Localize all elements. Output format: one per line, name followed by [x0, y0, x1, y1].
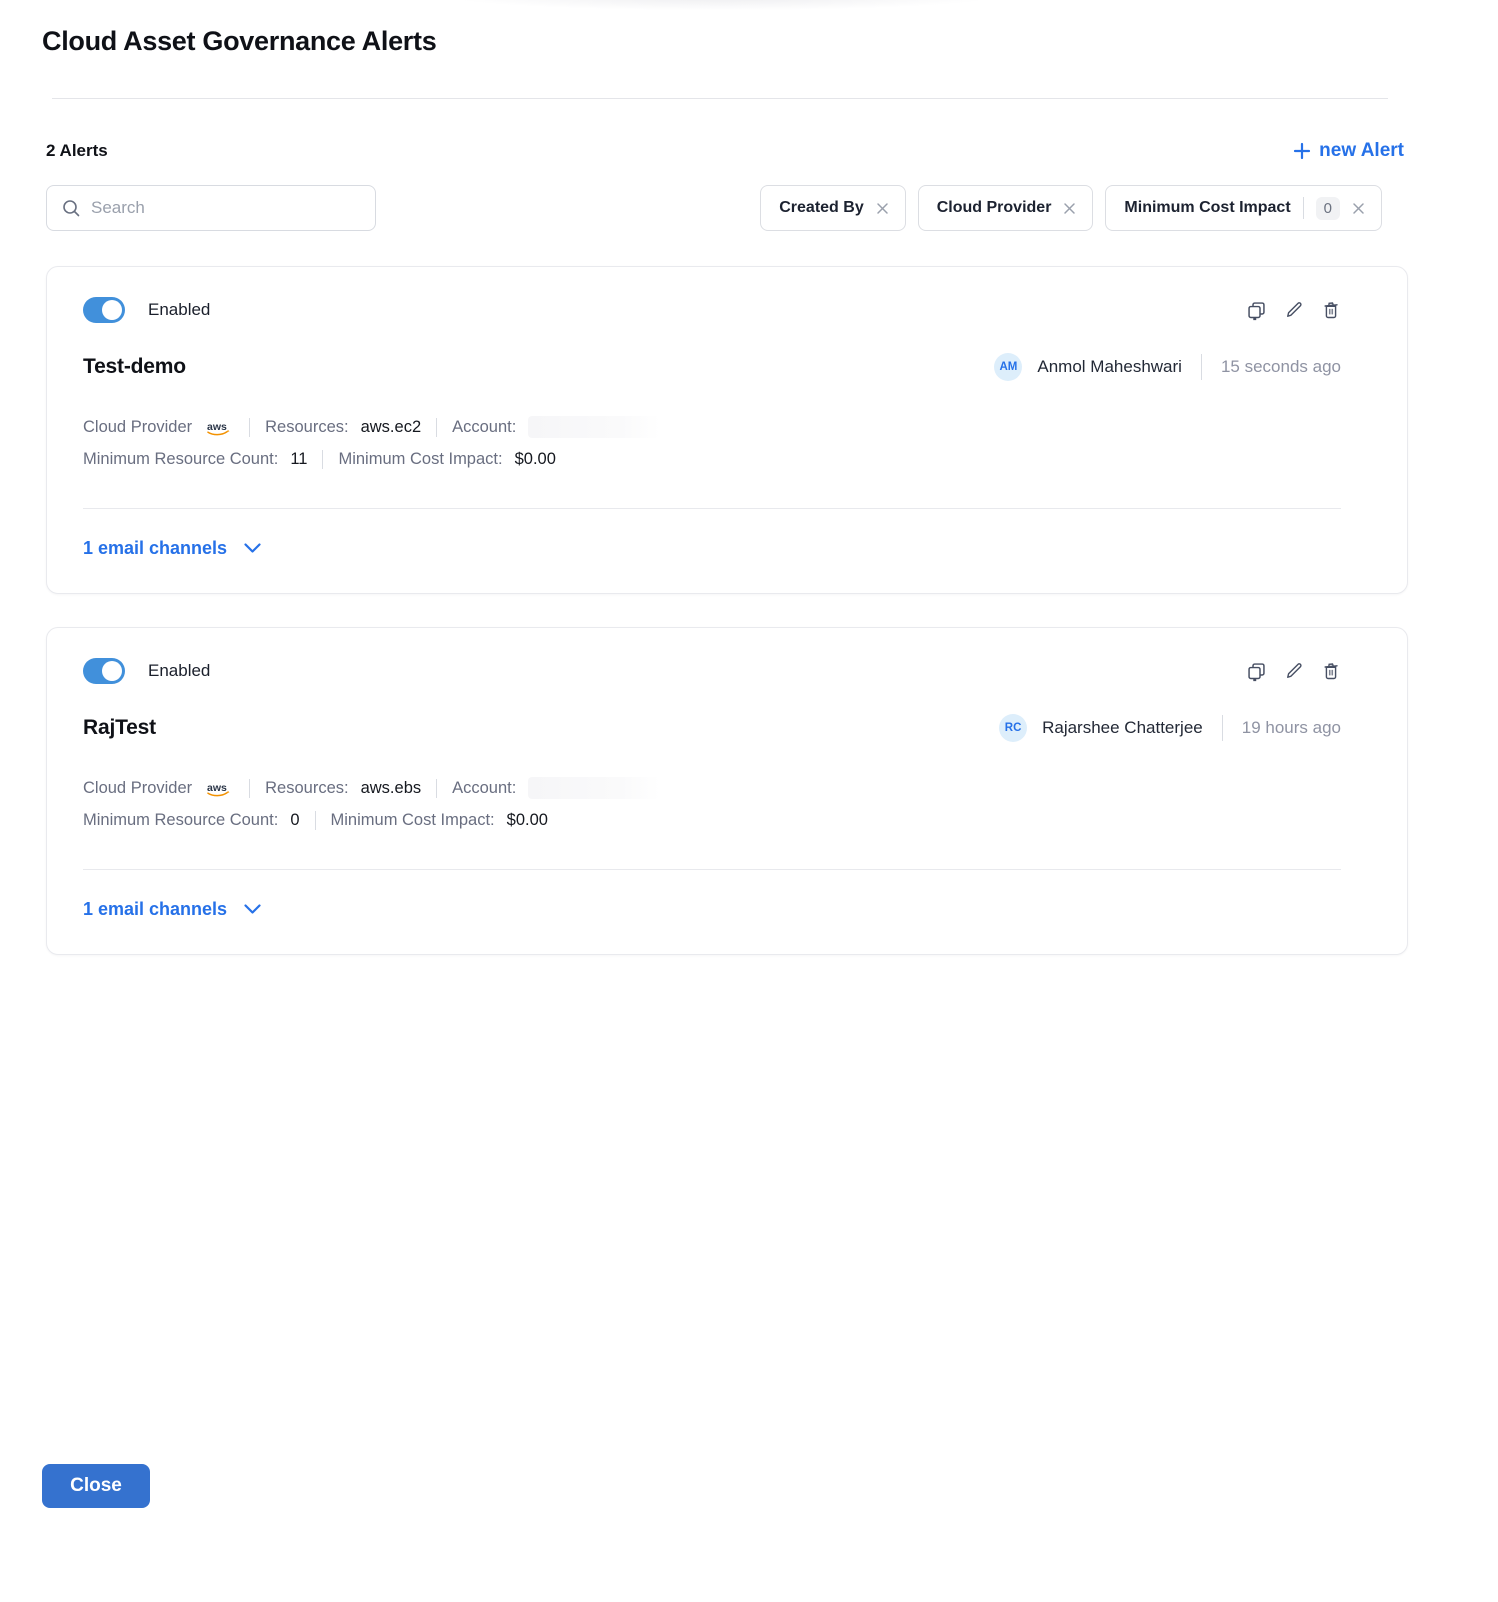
duplicate-alert-icon [1246, 300, 1267, 321]
page-title: Cloud Asset Governance Alerts [42, 26, 1498, 57]
alert-enabled-control: Enabled [83, 658, 210, 684]
toggle-knob [102, 300, 122, 320]
aws-logo: aws [204, 780, 234, 799]
svg-text:aws: aws [207, 421, 227, 433]
title-divider [52, 98, 1388, 99]
remove-filter-icon[interactable] [1352, 202, 1365, 215]
alert-actions [1246, 661, 1341, 682]
enabled-toggle[interactable] [83, 658, 125, 684]
search-input[interactable] [91, 198, 361, 218]
edit-alert-icon [1284, 661, 1304, 681]
chip-separator [1303, 197, 1304, 219]
min-resource-count-value: 0 [290, 811, 299, 830]
edit-alert-icon [1284, 300, 1304, 320]
separator [249, 418, 250, 437]
edit-alert-button[interactable] [1284, 300, 1304, 320]
svg-text:aws: aws [207, 782, 227, 794]
delete-alert-button[interactable] [1321, 661, 1341, 681]
min-cost-impact-value: $0.00 [507, 811, 548, 830]
account-value-redacted [528, 777, 660, 799]
filter-chip-label: Created By [779, 199, 863, 217]
cloud-provider-label: Cloud Provider [83, 779, 192, 798]
edit-alert-button[interactable] [1284, 661, 1304, 681]
email-channels-label: 1 email channels [83, 899, 227, 920]
cloud-provider-label: Cloud Provider [83, 418, 192, 437]
alert-owner: RC Rajarshee Chatterjee 19 hours ago [999, 714, 1341, 742]
search-icon [61, 198, 81, 218]
remove-filter-icon[interactable] [1063, 202, 1076, 215]
min-resource-count-label: Minimum Resource Count: [83, 450, 278, 469]
alert-card-list: Enabled Test-demo AM [46, 266, 1498, 955]
account-label: Account: [452, 779, 516, 798]
min-cost-impact-label: Minimum Cost Impact: [331, 811, 495, 830]
email-channels-expander[interactable]: 1 email channels [83, 899, 261, 920]
search-box[interactable] [46, 185, 376, 231]
duplicate-alert-icon [1246, 661, 1267, 682]
updated-timestamp: 19 hours ago [1242, 718, 1341, 738]
alert-card: Enabled RajTest RC [46, 627, 1408, 955]
filter-chip-cloud-provider[interactable]: Cloud Provider [918, 185, 1094, 231]
owner-name: Rajarshee Chatterjee [1042, 718, 1203, 738]
separator [322, 450, 323, 469]
alert-details: Cloud Provider aws Resources: aws.ec2 Ac… [83, 411, 1341, 475]
filter-chip-minimum-cost-impact[interactable]: Minimum Cost Impact 0 [1105, 185, 1382, 231]
alert-actions [1246, 300, 1341, 321]
chevron-down-icon [244, 543, 261, 554]
alert-card: Enabled Test-demo AM [46, 266, 1408, 594]
resources-label: Resources: [265, 779, 348, 798]
card-divider [83, 869, 1341, 870]
duplicate-alert-button[interactable] [1246, 300, 1267, 321]
filter-chip-value: 0 [1316, 197, 1340, 220]
owner-name: Anmol Maheshwari [1037, 357, 1182, 377]
filter-chip-label: Minimum Cost Impact [1124, 199, 1290, 217]
account-label: Account: [452, 418, 516, 437]
resources-value: aws.ec2 [361, 418, 422, 437]
avatar: AM [994, 353, 1022, 381]
toolbar: 2 Alerts new Alert Created By Cloud Prov… [46, 140, 1382, 231]
min-resource-count-label: Minimum Resource Count: [83, 811, 278, 830]
separator [315, 811, 316, 830]
email-channels-label: 1 email channels [83, 538, 227, 559]
separator [1201, 354, 1202, 380]
separator [436, 779, 437, 798]
alert-name: RajTest [83, 716, 156, 740]
alert-enabled-control: Enabled [83, 297, 210, 323]
enabled-label: Enabled [148, 661, 210, 681]
separator [436, 418, 437, 437]
filter-chip-created-by[interactable]: Created By [760, 185, 905, 231]
separator [249, 779, 250, 798]
alert-details: Cloud Provider aws Resources: aws.ebs Ac… [83, 772, 1341, 836]
alert-name: Test-demo [83, 355, 186, 379]
close-button[interactable]: Close [42, 1464, 150, 1508]
card-divider [83, 508, 1341, 509]
email-channels-expander[interactable]: 1 email channels [83, 538, 261, 559]
alerts-count: 2 Alerts [46, 141, 108, 161]
aws-logo: aws [204, 419, 234, 438]
chevron-down-icon [244, 904, 261, 915]
avatar: RC [999, 714, 1027, 742]
new-alert-button[interactable]: new Alert [1293, 140, 1404, 162]
account-value-redacted [528, 416, 660, 438]
min-resource-count-value: 11 [290, 450, 307, 469]
remove-filter-icon[interactable] [876, 202, 889, 215]
enabled-toggle[interactable] [83, 297, 125, 323]
min-cost-impact-value: $0.00 [515, 450, 556, 469]
filter-chips: Created By Cloud Provider Minimum Cost I… [760, 185, 1382, 231]
delete-alert-icon [1321, 300, 1341, 320]
delete-alert-button[interactable] [1321, 300, 1341, 320]
resources-label: Resources: [265, 418, 348, 437]
new-alert-label: new Alert [1319, 140, 1404, 162]
filter-chip-label: Cloud Provider [937, 199, 1052, 217]
delete-alert-icon [1321, 661, 1341, 681]
enabled-label: Enabled [148, 300, 210, 320]
separator [1222, 715, 1223, 741]
cloud-asset-governance-alerts-panel: Cloud Asset Governance Alerts 2 Alerts n… [0, 0, 1498, 1508]
duplicate-alert-button[interactable] [1246, 661, 1267, 682]
plus-icon [1293, 142, 1311, 160]
min-cost-impact-label: Minimum Cost Impact: [338, 450, 502, 469]
toggle-knob [102, 661, 122, 681]
alert-owner: AM Anmol Maheshwari 15 seconds ago [994, 353, 1341, 381]
resources-value: aws.ebs [361, 779, 422, 798]
updated-timestamp: 15 seconds ago [1221, 357, 1341, 377]
